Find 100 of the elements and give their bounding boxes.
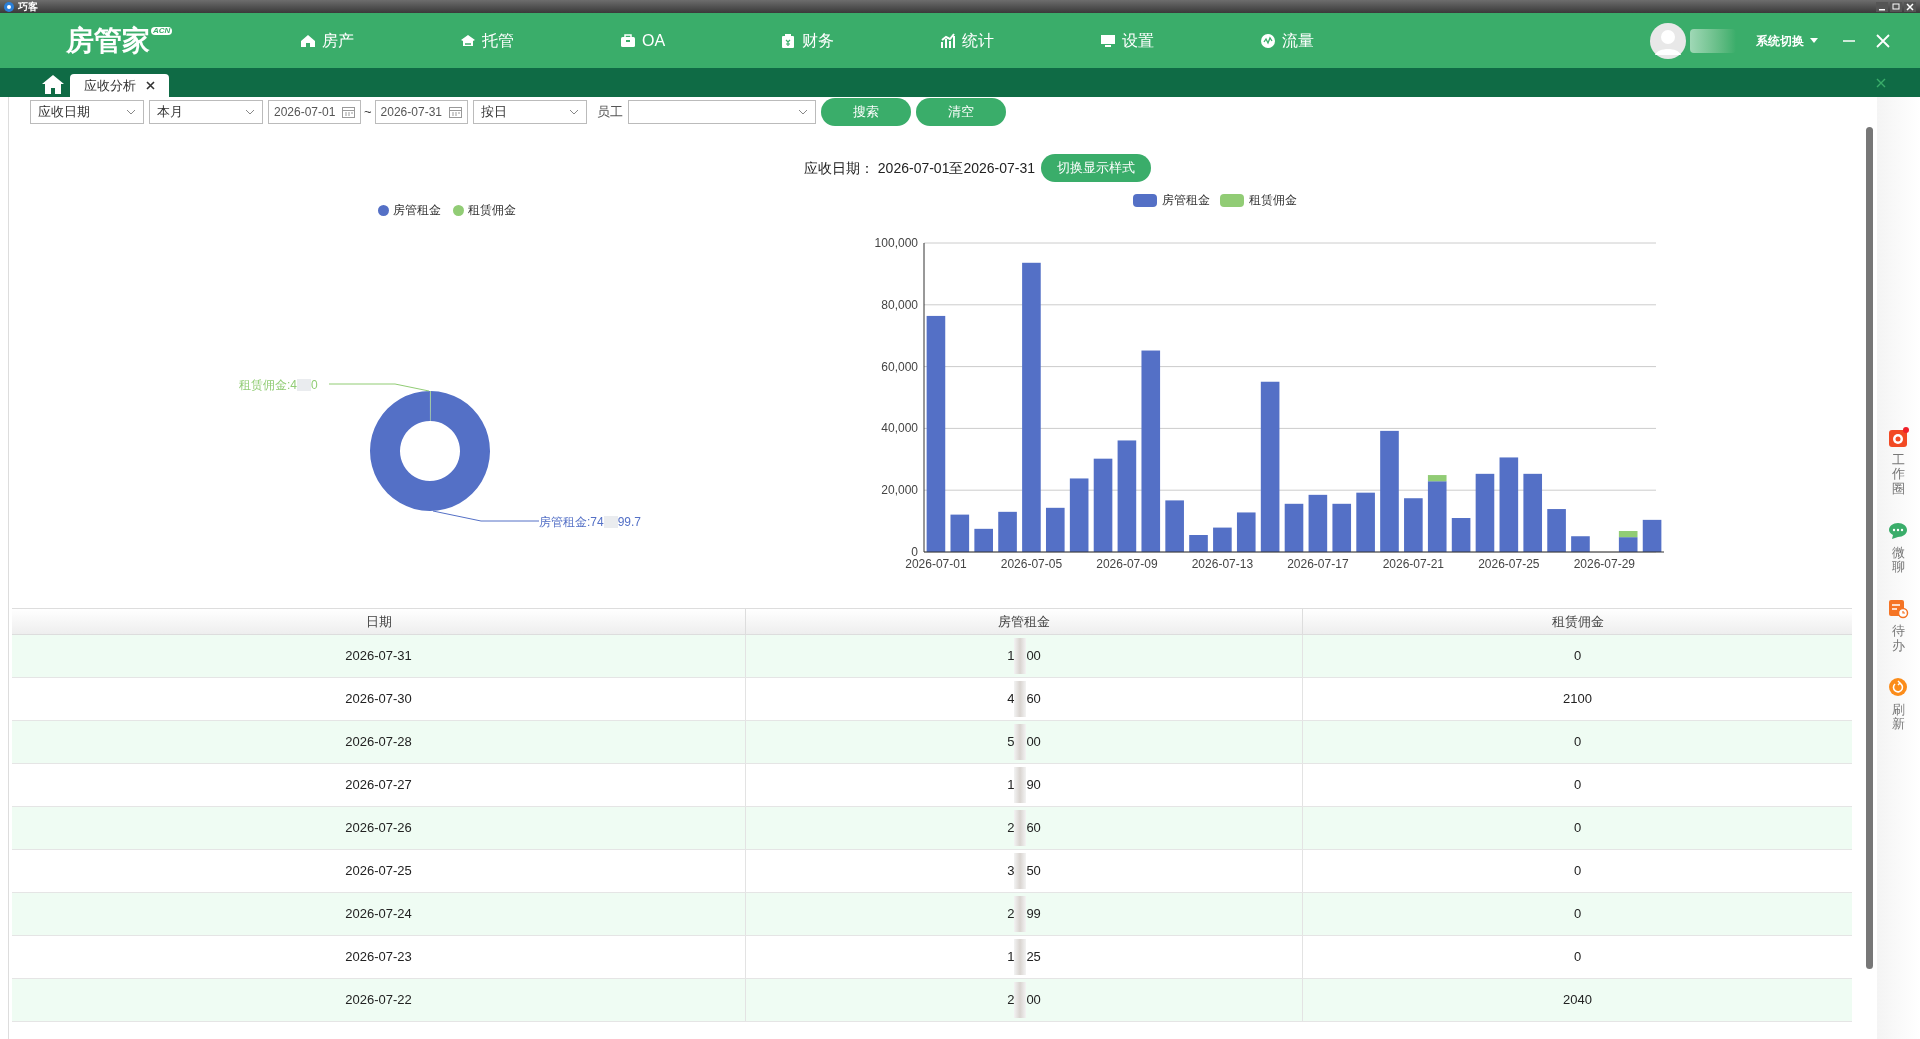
logo-badge: ACN <box>151 26 173 35</box>
side-tool[interactable]: 微聊 <box>1887 519 1910 575</box>
axis-label: 2026-07-17 <box>1287 557 1349 571</box>
bar[interactable] <box>998 511 1017 552</box>
axis-label: 40,000 <box>881 421 918 436</box>
calendar-icon <box>448 106 462 118</box>
table-cell: 2026-07-24 <box>12 893 746 935</box>
table-cell: 5 00 <box>746 721 1303 763</box>
axis-label: 20,000 <box>881 483 918 498</box>
table-cell: 1 90 <box>746 764 1303 806</box>
bar[interactable] <box>1284 503 1304 552</box>
bar[interactable] <box>1213 527 1232 552</box>
bar[interactable] <box>926 315 946 552</box>
clipboard-icon <box>780 32 796 49</box>
legend-item[interactable]: 租赁佣金 <box>452 201 516 219</box>
nav-item[interactable]: 设置 <box>1100 32 1260 49</box>
bar[interactable] <box>1308 494 1328 552</box>
table-cell-text: 0 <box>1572 647 1583 666</box>
side-tool[interactable]: 刷新 <box>1887 677 1910 732</box>
nav-item[interactable]: 统计 <box>940 32 1100 49</box>
bar[interactable] <box>1332 503 1352 552</box>
bar[interactable] <box>1260 381 1280 552</box>
dropdown[interactable]: 本月 <box>149 100 263 124</box>
nav-item[interactable]: 流量 <box>1260 32 1420 49</box>
bar[interactable] <box>1475 473 1495 552</box>
side-tool[interactable]: 工作圈 <box>1887 427 1910 496</box>
table-cell: 1 25 <box>746 936 1303 978</box>
side-tool[interactable]: 待办 <box>1887 598 1910 654</box>
chevron-icon <box>568 109 579 115</box>
slice-label: 租赁佣金:4 0 <box>239 377 318 394</box>
table-cell-text: 0 <box>1572 776 1583 795</box>
slice-label: 房管租金:74 99.7 <box>539 514 642 531</box>
table-cell: 2026-07-28 <box>12 721 746 763</box>
bar[interactable] <box>1236 512 1256 552</box>
legend-label: 房管租金 <box>1162 192 1210 209</box>
dropdown[interactable]: 应收日期 <box>30 100 144 124</box>
date-field[interactable]: 2026-07-01 <box>268 100 361 124</box>
bar[interactable] <box>1141 350 1161 552</box>
bar[interactable] <box>1642 519 1662 552</box>
dropdown[interactable]: 按日 <box>472 100 587 124</box>
nav-item[interactable]: 房产 <box>300 32 460 49</box>
table-cell: 2026-07-22 <box>12 979 746 1021</box>
close-icon[interactable] <box>1904 1 1916 12</box>
table-cell-text: 0 <box>1572 905 1583 924</box>
minimize-icon[interactable] <box>1876 1 1888 12</box>
table-cell: 2026-07-31 <box>12 635 746 677</box>
column-header[interactable]: 租赁佣金 <box>1303 609 1852 634</box>
field-label: 员工 <box>596 103 623 122</box>
axis-label: 60,000 <box>881 359 918 374</box>
table-cell: 2026-07-25 <box>12 850 746 892</box>
table-cell: 2 99 <box>746 893 1303 935</box>
table-cell: 2026-07-26 <box>12 807 746 849</box>
column-header[interactable]: 房管租金 <box>746 609 1303 634</box>
axis-label: 2026-07-01 <box>905 557 967 571</box>
bar[interactable] <box>1451 518 1471 552</box>
bar[interactable] <box>974 528 993 552</box>
table-cell-text: 2100 <box>1562 690 1593 709</box>
table-cell: 2026-07-30 <box>12 678 746 720</box>
table-cell: 2026-07-27 <box>12 764 746 806</box>
nav-item[interactable]: 财务 <box>780 32 940 49</box>
bar[interactable] <box>1117 440 1137 552</box>
table-cell: 2 60 <box>746 807 1303 849</box>
legend-label: 租赁佣金 <box>1249 192 1297 209</box>
pulse-icon <box>1260 32 1276 49</box>
house-icon <box>300 32 316 49</box>
redaction-blur <box>1690 28 1736 53</box>
table-cell-text: 0 <box>1572 862 1583 881</box>
toggle-style-button[interactable]: 切换显示样式 <box>1041 154 1152 182</box>
briefcase-icon <box>620 32 636 49</box>
system-menu-button[interactable]: 系统切换 <box>1756 31 1818 50</box>
bar[interactable] <box>1069 478 1089 552</box>
clear-button[interactable]: 清空 <box>915 98 1006 126</box>
close-icon[interactable] <box>146 81 155 90</box>
date-range-text: 应收日期： 2026-07-01至2026-07-31 <box>803 158 1036 178</box>
tab[interactable]: 应收分析 <box>70 74 169 97</box>
range-separator: ~ <box>364 103 372 122</box>
legend-item[interactable]: 房管租金 <box>377 201 441 219</box>
restore-icon[interactable] <box>1890 1 1902 12</box>
bar[interactable] <box>1427 481 1447 552</box>
nav-item[interactable]: 托管 <box>460 32 620 49</box>
column-header[interactable]: 日期 <box>12 609 746 634</box>
bar[interactable] <box>950 514 970 552</box>
axis-label: 2026-07-05 <box>1000 557 1063 571</box>
home-icon[interactable] <box>42 74 64 94</box>
bar[interactable] <box>1499 457 1519 552</box>
employee-dropdown[interactable] <box>627 100 816 124</box>
search-button[interactable]: 搜索 <box>820 98 911 126</box>
logo: 房管家 <box>66 26 150 55</box>
axis-label: 2026-07-25 <box>1478 557 1540 571</box>
date-field[interactable]: 2026-07-31 <box>374 100 468 124</box>
avatar-icon <box>1650 22 1686 59</box>
chevron-icon <box>797 109 808 115</box>
legend-item[interactable]: 租赁佣金 <box>1220 191 1297 209</box>
nav-item[interactable]: OA <box>620 32 780 49</box>
scrollbar[interactable] <box>1866 127 1873 969</box>
legend-item[interactable]: 房管租金 <box>1133 191 1210 209</box>
bar[interactable] <box>1046 507 1065 552</box>
chevron-icon <box>126 109 136 115</box>
bar[interactable] <box>1093 458 1113 552</box>
building-icon <box>460 32 476 49</box>
